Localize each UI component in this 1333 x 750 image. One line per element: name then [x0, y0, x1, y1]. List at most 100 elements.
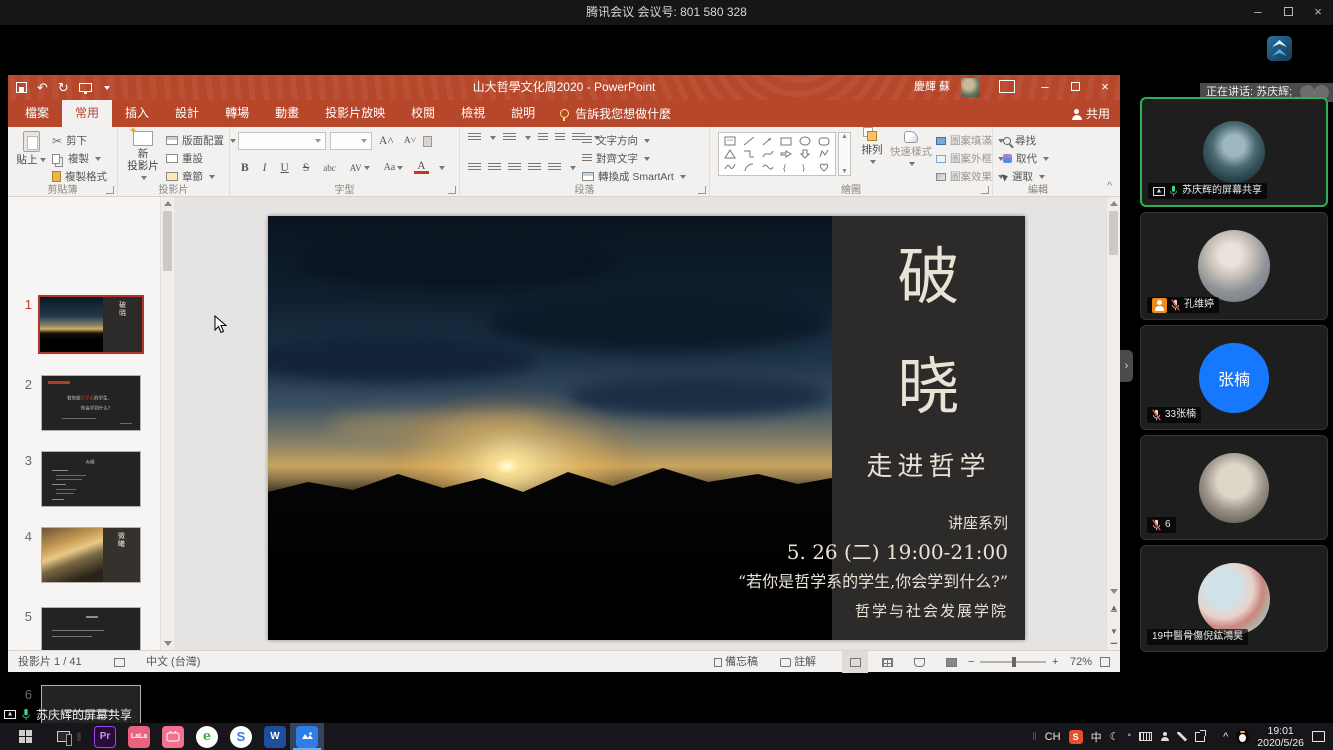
- sidebar-collapse-handle[interactable]: ›: [1120, 350, 1133, 382]
- change-case-button[interactable]: Aa: [381, 162, 407, 173]
- numbering-icon[interactable]: [503, 133, 516, 142]
- collapse-ribbon-button[interactable]: ^: [1107, 180, 1112, 192]
- align-text-button[interactable]: 對齊文字: [582, 151, 650, 166]
- cut-button[interactable]: ✂剪下: [52, 133, 87, 148]
- font-size-combobox[interactable]: [330, 132, 372, 150]
- justify-icon[interactable]: [528, 163, 541, 172]
- copy-button[interactable]: 複製: [52, 151, 101, 166]
- grow-font-button[interactable]: A˄: [376, 135, 397, 147]
- account-avatar[interactable]: [961, 78, 980, 97]
- fit-to-window-button[interactable]: [1100, 651, 1110, 673]
- hidden-icons-chevron[interactable]: ^: [1223, 731, 1228, 743]
- italic-button[interactable]: I: [260, 162, 270, 174]
- previous-slide-button[interactable]: ▲▔: [1109, 604, 1119, 620]
- character-spacing-button[interactable]: abc: [320, 163, 339, 173]
- scroll-down-arrow[interactable]: [1110, 589, 1118, 594]
- new-slide-button[interactable]: 新 投影片: [124, 131, 162, 184]
- tab-insert[interactable]: 插入: [112, 100, 162, 127]
- taskbar-word[interactable]: W: [258, 723, 292, 750]
- slide-area-scrollbar[interactable]: ▲▔ ▼▁: [1106, 197, 1120, 650]
- drawing-dialog-launcher[interactable]: [981, 186, 989, 194]
- ppt-minimize-button[interactable]: –: [1030, 75, 1060, 100]
- thumbnail-slide-4[interactable]: 微 曦: [41, 527, 141, 583]
- shapes-scroll-down[interactable]: ▼: [841, 168, 848, 175]
- taskbar-pink-app[interactable]: LaLa: [122, 723, 156, 750]
- participant-tile-sharer[interactable]: 苏庆辉的屏幕共享: [1140, 97, 1328, 207]
- tab-home[interactable]: 常用: [62, 100, 112, 127]
- participant-tile-3[interactable]: 张楠 33张楠: [1140, 325, 1328, 430]
- zoom-out-button[interactable]: −: [968, 651, 974, 673]
- increase-indent-icon[interactable]: [555, 133, 565, 142]
- os-close-button[interactable]: ×: [1303, 0, 1333, 25]
- ribbon-display-options-icon[interactable]: [999, 80, 1015, 93]
- notes-toggle[interactable]: 備忘稿: [714, 651, 758, 673]
- tray-language-ch[interactable]: CH: [1045, 731, 1061, 743]
- thumbnail-slide-3[interactable]: 大纲: [41, 451, 141, 507]
- thumb-scroll-up-arrow[interactable]: [164, 201, 172, 206]
- language-status[interactable]: 中文 (台灣): [146, 651, 200, 673]
- slide-canvas[interactable]: 破 晓 走进哲学 讲座系列 5. 26 (二) 19:00-21:00 “若你是…: [268, 216, 1025, 640]
- slideshow-view-button[interactable]: [938, 651, 964, 673]
- tab-file[interactable]: 檔案: [12, 100, 62, 127]
- sogou-input-icon[interactable]: S: [1069, 730, 1083, 744]
- paste-button[interactable]: 貼上: [14, 131, 48, 166]
- tab-slideshow[interactable]: 投影片放映: [312, 100, 398, 127]
- av-spacing-button[interactable]: AV: [347, 163, 373, 173]
- shapes-scroll-up[interactable]: ▲: [841, 133, 848, 140]
- taskbar-bilibili[interactable]: [156, 723, 190, 750]
- tab-review[interactable]: 校閱: [398, 100, 448, 127]
- paragraph-dialog-launcher[interactable]: [698, 186, 706, 194]
- start-button[interactable]: [8, 723, 42, 750]
- normal-view-button[interactable]: [842, 651, 868, 673]
- os-maximize-button[interactable]: [1273, 0, 1303, 25]
- os-minimize-button[interactable]: –: [1243, 0, 1273, 25]
- taskbar-browser-e[interactable]: e: [190, 723, 224, 750]
- quick-styles-button[interactable]: 快速樣式: [890, 131, 932, 170]
- taskbar-premiere[interactable]: Pr: [88, 723, 122, 750]
- taskbar-tencent-meeting[interactable]: [290, 723, 324, 750]
- tell-me-box[interactable]: 告訴我您想做什麼: [548, 100, 683, 127]
- columns-icon[interactable]: [548, 163, 561, 172]
- ppt-restore-button[interactable]: [1060, 75, 1090, 100]
- people-tray-icon[interactable]: [1160, 732, 1169, 741]
- tab-transitions[interactable]: 轉場: [212, 100, 262, 127]
- share-button[interactable]: 共用: [1072, 100, 1110, 127]
- thumbnail-slide-1[interactable]: 破 晓: [38, 295, 144, 354]
- clear-formatting-icon[interactable]: [423, 136, 432, 147]
- shrink-font-button[interactable]: A˅: [401, 136, 419, 146]
- text-direction-button[interactable]: 文字方向: [582, 133, 650, 148]
- align-right-icon[interactable]: [508, 163, 521, 172]
- clock[interactable]: 19:01 2020/5/26: [1257, 725, 1304, 749]
- participant-tile-5[interactable]: 19中醫骨傷倪鈜鴻昊: [1140, 545, 1328, 652]
- settings-wrench-icon[interactable]: [1177, 732, 1187, 742]
- touch-keyboard-icon[interactable]: [1139, 732, 1152, 741]
- clipboard-dialog-launcher[interactable]: [106, 186, 114, 194]
- meeting-app-logo[interactable]: [1267, 36, 1292, 61]
- thumbnail-slide-2[interactable]: 若你是哲学系的学生, 你会学到什么?: [41, 375, 141, 431]
- taskbar-browser-s[interactable]: S: [224, 723, 258, 750]
- tab-animations[interactable]: 動畫: [262, 100, 312, 127]
- account-name[interactable]: 慶輝 蘇: [914, 75, 950, 100]
- moon-icon[interactable]: ☾: [1110, 730, 1120, 743]
- layout-button[interactable]: 版面配置: [166, 133, 236, 148]
- thumbnail-scrollbar[interactable]: [160, 197, 173, 650]
- shapes-scroll[interactable]: ▲ ▼: [838, 132, 851, 176]
- align-left-icon[interactable]: [468, 163, 481, 172]
- reading-view-button[interactable]: [906, 651, 932, 673]
- zoom-slider-handle[interactable]: [1012, 657, 1016, 667]
- find-button[interactable]: 尋找: [1003, 133, 1036, 148]
- tab-view[interactable]: 檢視: [448, 100, 498, 127]
- accessibility-icon[interactable]: [114, 651, 125, 673]
- share-out-icon[interactable]: [1195, 732, 1205, 742]
- comments-toggle[interactable]: 註解: [780, 651, 816, 673]
- align-center-icon[interactable]: [488, 163, 501, 172]
- participant-tile-2[interactable]: 孔维婷: [1140, 212, 1328, 320]
- ppt-close-button[interactable]: ×: [1090, 75, 1120, 100]
- slide-sorter-view-button[interactable]: [874, 651, 900, 673]
- decrease-indent-icon[interactable]: [538, 133, 548, 142]
- thumb-scrollbar-thumb[interactable]: [163, 211, 172, 271]
- bullets-icon[interactable]: [468, 133, 481, 142]
- zoom-level[interactable]: 72%: [1070, 651, 1092, 673]
- replace-button[interactable]: 取代: [1003, 151, 1049, 166]
- shapes-gallery[interactable]: { }: [718, 132, 836, 176]
